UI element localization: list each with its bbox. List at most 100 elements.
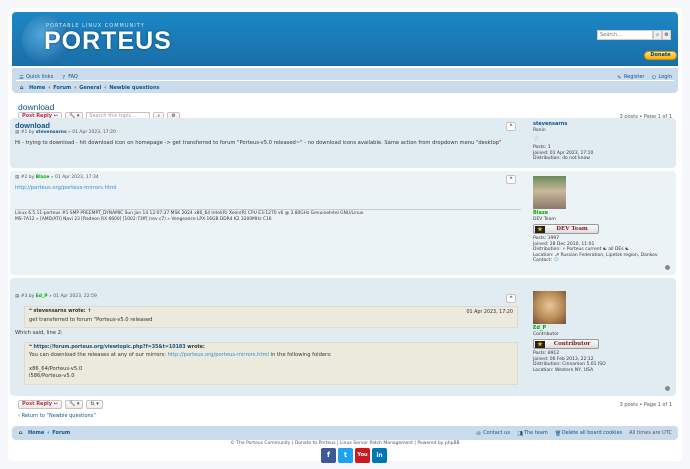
breadcrumb-general[interactable]: General bbox=[79, 85, 101, 91]
quote-cite: ❝ https://forum.porteus.org/viewtopic.ph… bbox=[29, 345, 205, 350]
quote-icon: ❝ bbox=[509, 176, 513, 183]
footer-breadcrumb: ⌂ Home ‹ Forum bbox=[18, 430, 70, 436]
post-number: #2 by bbox=[20, 175, 35, 180]
post-profile: stevensarns Ronin ☆ Posts: 1 Joined: 01 … bbox=[533, 121, 673, 162]
footer-nav: ⌂ Home ‹ Forum ✉ Contact us 👥︎The team 🗑︎… bbox=[12, 426, 678, 440]
back-to-top-button[interactable] bbox=[665, 386, 670, 391]
avatar[interactable] bbox=[533, 176, 566, 209]
quote-icon: ❝ bbox=[29, 309, 32, 314]
header-search: ⌕ ⚙ bbox=[597, 30, 671, 40]
breadcrumb-sep: ‹ bbox=[74, 85, 77, 91]
post-body: Which said, line 2: bbox=[15, 330, 63, 336]
sort-icon: ⇅ bbox=[90, 401, 95, 407]
post-date: » 01 Apr 2023, 17:20 bbox=[68, 130, 116, 135]
post-author[interactable]: Ed_P bbox=[36, 294, 48, 299]
folder-line: x86_64/Porteus-v5.0 bbox=[29, 366, 83, 372]
quote-text-part: in the following folders: bbox=[270, 352, 332, 358]
rank-badge: ★ Contributor bbox=[533, 339, 599, 349]
back-to-top-button[interactable] bbox=[665, 265, 670, 270]
signature-divider bbox=[15, 209, 521, 210]
post-body: Hi - trying to download - hit download i… bbox=[15, 140, 502, 146]
breadcrumb-forum[interactable]: Forum bbox=[53, 85, 71, 91]
sort-options-button[interactable]: ⇅ ▾ bbox=[86, 400, 103, 409]
envelope-icon: ✉ bbox=[476, 431, 481, 437]
rank-badge: ★ DEV Team bbox=[533, 224, 599, 234]
post-date: » 01 Apr 2023, 17:34 bbox=[50, 175, 99, 180]
bottom-action-bar: Post Reply ↩ 🔧︎ ▾ ⇅ ▾ bbox=[18, 400, 103, 409]
quote-wrote: wrote: bbox=[187, 345, 205, 350]
post-2: ▤ #2 by Blaze » 01 Apr 2023, 17:34 http:… bbox=[10, 171, 676, 275]
quote-block: ❝ https://forum.porteus.org/viewtopic.ph… bbox=[24, 342, 518, 385]
wrench-icon: 🔧︎ bbox=[68, 401, 76, 407]
user-icon: ☆ bbox=[533, 134, 541, 143]
post-icon: ▤ bbox=[15, 130, 20, 135]
breadcrumb-newbie[interactable]: Newbie questions bbox=[109, 85, 159, 91]
nav-divider bbox=[16, 80, 674, 81]
breadcrumb: ⌂ Home ‹ Forum ‹ General ‹ Newbie questi… bbox=[19, 85, 160, 91]
footer-home-link[interactable]: Home bbox=[28, 430, 44, 436]
post-3: ▤ #3 by Ed_P » 01 Apr 2023, 22:59 ❝ stev… bbox=[10, 278, 676, 396]
breadcrumb-sep: ‹ bbox=[104, 85, 107, 91]
avatar[interactable] bbox=[533, 291, 566, 324]
twitter-icon[interactable]: t bbox=[338, 448, 353, 463]
facebook-icon[interactable]: f bbox=[321, 448, 336, 463]
post-number: #3 by bbox=[20, 294, 35, 299]
quote-button[interactable]: ❝ bbox=[506, 175, 516, 184]
post-meta: ▤ #3 by Ed_P » 01 Apr 2023, 22:59 bbox=[15, 294, 97, 299]
contact-label: Contact: bbox=[533, 258, 553, 263]
chevron-left-icon: ‹ bbox=[18, 413, 20, 419]
search-button[interactable]: ⌕ bbox=[653, 30, 662, 40]
site-name: PORTEUS bbox=[44, 27, 172, 55]
linkedin-icon[interactable]: in bbox=[372, 448, 387, 463]
quote-source-link[interactable]: https://forum.porteus.org/viewtopic.php?… bbox=[34, 345, 186, 350]
post-profile: Blaze DEV Team ★ DEV Team Posts: 3997 Joi… bbox=[533, 175, 673, 264]
quote-text-part: You can download the releases at any of … bbox=[29, 352, 166, 358]
footer-forum-link[interactable]: Forum bbox=[52, 430, 70, 436]
quote-block: ❝ stevensarns wrote: ↑ 01 Apr 2023, 17:2… bbox=[24, 306, 518, 328]
contact-link[interactable]: ✉ Contact us bbox=[476, 430, 510, 437]
team-label: The team bbox=[523, 430, 548, 436]
topic-tools-button[interactable]: 🔧︎ ▾ bbox=[64, 400, 84, 409]
quote-icon: ❝ bbox=[29, 345, 32, 350]
return-link-label: Return to “Newbie questions” bbox=[21, 413, 96, 419]
site-header: PORTABLE LINUX COMMUNITY PORTEUS ⌕ ⚙ Don… bbox=[12, 12, 678, 66]
chat-icon[interactable]: 💬︎ bbox=[553, 258, 559, 263]
post-title[interactable]: download bbox=[15, 121, 50, 130]
donate-button[interactable]: Donate bbox=[644, 51, 677, 60]
copyright: © The Porteus Community | Donate to Port… bbox=[230, 441, 460, 446]
page-title[interactable]: download bbox=[18, 102, 54, 112]
breadcrumb-sep: ‹ bbox=[48, 85, 51, 91]
site-logo[interactable]: PORTABLE LINUX COMMUNITY PORTEUS bbox=[22, 15, 171, 65]
delete-cookies-link[interactable]: 🗑︎Delete all board cookies bbox=[555, 430, 623, 437]
advanced-search-button[interactable]: ⚙ bbox=[662, 30, 671, 40]
users-icon: 👥︎ bbox=[516, 431, 524, 437]
social-links: f t You in bbox=[321, 448, 387, 463]
post-author[interactable]: stevensarns bbox=[36, 130, 67, 135]
team-link[interactable]: 👥︎The team bbox=[516, 430, 548, 437]
mirrors-link[interactable]: http://porteus.org/porteus-mirrors.html bbox=[15, 185, 515, 192]
breadcrumb-sep: ‹ bbox=[47, 430, 50, 436]
contact-label: Contact us bbox=[483, 430, 510, 436]
quote-author[interactable]: stevensarns wrote: ↑ bbox=[34, 309, 92, 314]
profile-distribution: Distribution: do not know bbox=[533, 156, 590, 161]
quote-icon: ❝ bbox=[509, 123, 513, 130]
folder-line: i586/Porteus-v5.0 bbox=[29, 373, 75, 379]
page-wrap: PORTABLE LINUX COMMUNITY PORTEUS ⌕ ⚙ Don… bbox=[8, 8, 682, 463]
gear-icon: ⚙ bbox=[664, 32, 669, 38]
quote-cite: ❝ stevensarns wrote: ↑ bbox=[29, 309, 91, 314]
quote-button[interactable]: ❝ bbox=[506, 122, 516, 131]
quote-button[interactable]: ❝ bbox=[506, 294, 516, 303]
profile-rank: Contributor bbox=[533, 331, 559, 337]
search-input[interactable] bbox=[597, 30, 653, 40]
chevron-down-icon: ▾ bbox=[76, 401, 80, 407]
breadcrumb-home[interactable]: Home bbox=[29, 85, 45, 91]
return-link[interactable]: ‹ Return to “Newbie questions” bbox=[18, 413, 96, 419]
post-author[interactable]: Blaze bbox=[36, 175, 50, 180]
youtube-icon[interactable]: You bbox=[355, 448, 370, 463]
post-number: #1 by bbox=[20, 130, 35, 135]
post-reply-label: Post Reply bbox=[22, 401, 52, 407]
mirrors-link[interactable]: http://porteus.org/porteus-mirrors.html bbox=[168, 352, 269, 358]
post-reply-button[interactable]: Post Reply ↩ bbox=[18, 400, 62, 409]
profile-location: Location: Western NY, USA bbox=[533, 367, 594, 373]
delete-cookies-label: Delete all board cookies bbox=[561, 430, 623, 436]
